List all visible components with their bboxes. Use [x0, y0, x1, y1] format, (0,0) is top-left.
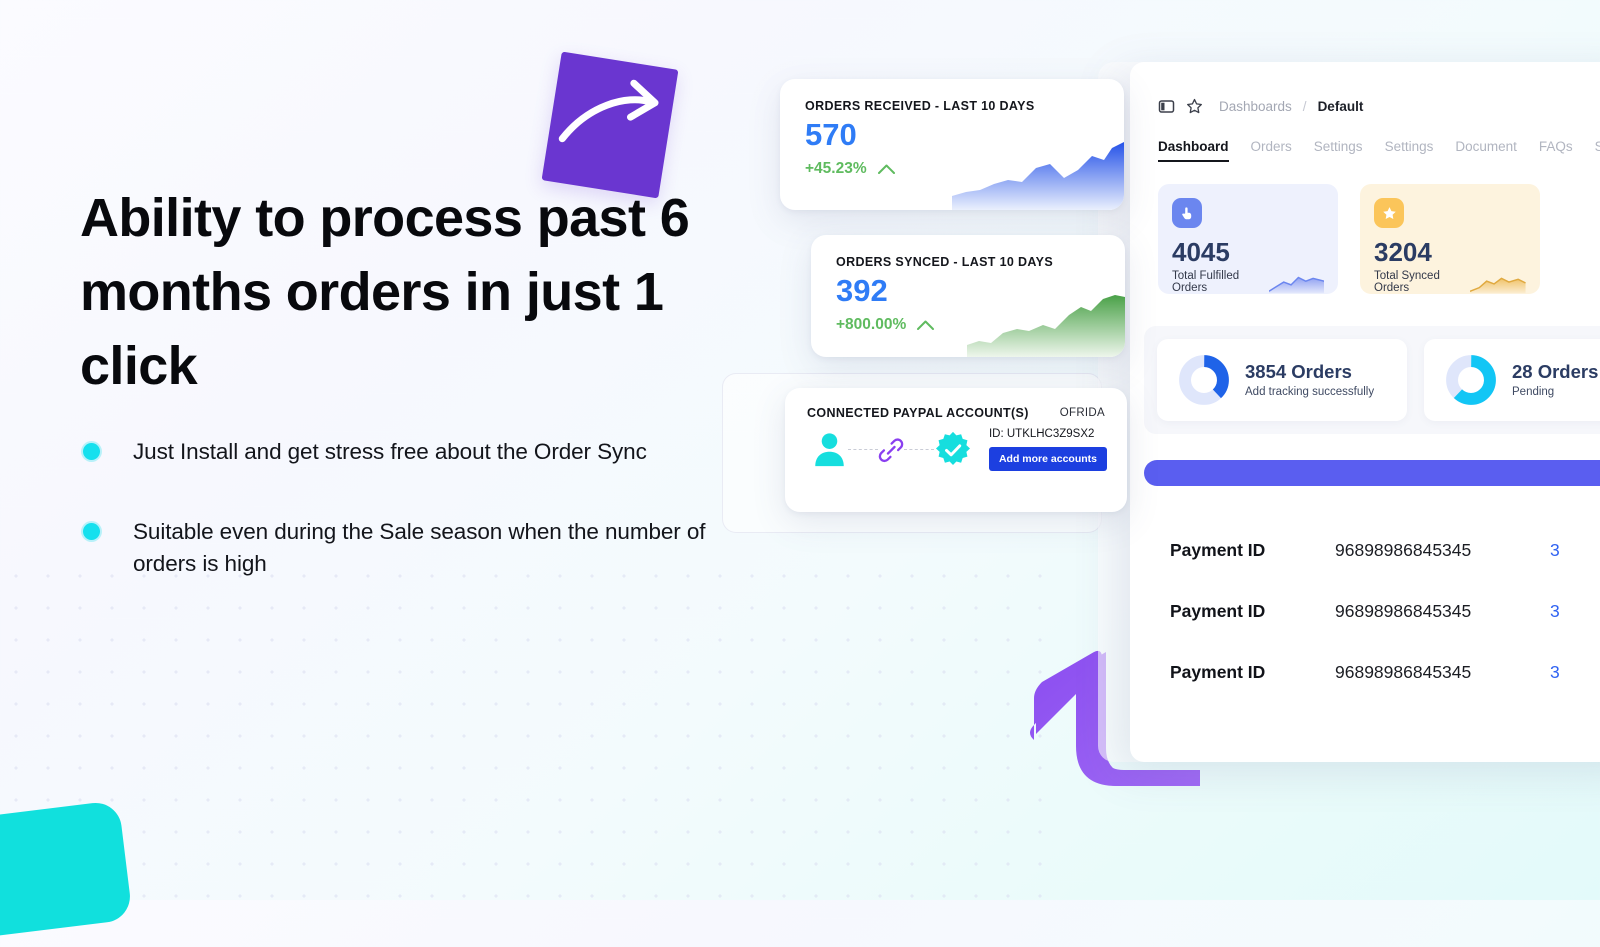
dashboard-panel: Dashboards / Default Dashboard Orders Se…	[1130, 62, 1600, 762]
donut-chart-icon	[1446, 355, 1496, 405]
donut-subtitle: Add tracking successfully	[1245, 386, 1375, 399]
change-value: +800.00%	[836, 316, 907, 333]
donut-title: 28 Orders	[1512, 360, 1599, 382]
bullet-text: Just Install and get stress free about t…	[133, 439, 647, 464]
add-more-accounts-button[interactable]: Add more accounts	[988, 447, 1107, 471]
card-title: CONNECTED PAYPAL ACCOUNT(S)	[807, 406, 1029, 420]
payment-id-label: Payment ID	[1170, 601, 1266, 621]
tab-settings-2[interactable]: Settings	[1385, 139, 1434, 162]
cyan-decoration-shape	[0, 799, 133, 947]
card-title: ORDERS SYNCED - LAST 10 DAYS	[836, 255, 1054, 269]
chevron-up-icon	[877, 164, 895, 174]
tab-settings-3[interactable]: Settings	[1595, 139, 1600, 162]
donut-card-pending[interactable]: 28 Orders Pending	[1424, 339, 1600, 421]
card-change: +800.00%	[836, 316, 1125, 334]
user-icon	[815, 433, 844, 467]
dashboard-tabs: Dashboard Orders Settings Settings Docum…	[1158, 139, 1600, 162]
link-icon	[878, 437, 904, 462]
tab-document[interactable]: Document	[1455, 139, 1517, 162]
card-value: 570	[805, 117, 857, 152]
account-id: ID: UTKLHC3Z9SX2	[988, 428, 1095, 440]
card-orders-received: ORDERS RECEIVED - LAST 10 DAYS 570 +45.2…	[780, 79, 1124, 210]
star-icon[interactable]	[1186, 98, 1203, 115]
table-row[interactable]: Payment ID 96898986845345 3	[1170, 520, 1600, 581]
payment-id-value: 96898986845345	[1335, 662, 1472, 682]
tab-dashboard[interactable]: Dashboard	[1158, 139, 1229, 162]
card-connected-paypal: CONNECTED PAYPAL ACCOUNT(S) OFRIDA ID: U…	[785, 388, 1127, 512]
donut-chart-icon	[1179, 355, 1229, 405]
chevron-up-icon	[917, 320, 935, 330]
tab-faqs[interactable]: FAQs	[1539, 139, 1573, 162]
payment-id-value: 96898986845345	[1335, 601, 1472, 621]
card-change: +45.23%	[805, 160, 1124, 178]
payment-extra: 3	[1550, 662, 1560, 682]
donut-card-tracking[interactable]: 3854 Orders Add tracking successfully	[1157, 339, 1407, 421]
sparkline-icon	[1268, 276, 1324, 294]
verified-badge-icon	[935, 431, 971, 465]
donut-title: 3854 Orders	[1245, 360, 1352, 382]
breadcrumb-current: Default	[1317, 99, 1364, 114]
connection-line	[904, 449, 934, 450]
bullet-dot-icon	[83, 522, 100, 540]
payment-extra: 3	[1550, 601, 1560, 621]
list-item: Suitable even during the Sale season whe…	[80, 516, 740, 580]
connection-line	[848, 449, 878, 450]
panel-toggle-icon[interactable]	[1158, 98, 1175, 115]
curved-arrow-icon	[558, 79, 659, 143]
bullet-text: Suitable even during the Sale season whe…	[133, 518, 706, 576]
purple-arrow-badge	[541, 51, 679, 199]
breadcrumb-parent[interactable]: Dashboards	[1219, 99, 1292, 114]
dot-grid-background	[0, 560, 1060, 900]
table-row[interactable]: Payment ID 96898986845345 3	[1170, 642, 1600, 703]
bullet-dot-icon	[83, 443, 100, 460]
page-title: Ability to process past 6 months orders …	[80, 188, 690, 396]
stat-value: 3204	[1374, 237, 1432, 267]
progress-bar: 100%	[1144, 460, 1600, 486]
card-orders-synced: ORDERS SYNCED - LAST 10 DAYS 392 +800.00…	[811, 235, 1125, 357]
stat-tile-fulfilled[interactable]: 4045 Total Fulfilled Orders	[1158, 184, 1338, 294]
payment-id-label: Payment ID	[1170, 540, 1266, 560]
breadcrumb-separator: /	[1302, 99, 1307, 114]
tab-settings-1[interactable]: Settings	[1314, 139, 1363, 162]
list-item: Just Install and get stress free about t…	[80, 436, 740, 468]
brand-label: OFRIDA	[1059, 407, 1105, 419]
breadcrumb: Dashboards / Default	[1158, 98, 1600, 115]
payment-id-value: 96898986845345	[1335, 540, 1472, 560]
card-value: 392	[836, 273, 888, 308]
click-hand-icon	[1172, 198, 1202, 228]
table-row[interactable]: Payment ID 96898986845345 3	[1170, 581, 1600, 642]
payment-id-label: Payment ID	[1170, 662, 1266, 682]
card-title: ORDERS RECEIVED - LAST 10 DAYS	[805, 99, 1035, 113]
stat-label: Total Synced Orders	[1374, 270, 1440, 294]
stat-label: Total Fulfilled Orders	[1172, 270, 1240, 294]
donut-subtitle: Pending	[1512, 386, 1555, 399]
order-status-cards: 3854 Orders Add tracking successfully 28…	[1144, 326, 1600, 434]
stat-tiles: 4045 Total Fulfilled Orders 3204 Total S…	[1130, 162, 1600, 294]
change-value: +45.23%	[805, 160, 867, 177]
payments-table: Payment ID 96898986845345 3 Payment ID 9…	[1170, 520, 1600, 703]
star-icon	[1374, 198, 1404, 228]
stat-tile-synced[interactable]: 3204 Total Synced Orders	[1360, 184, 1540, 294]
tab-orders[interactable]: Orders	[1251, 139, 1292, 162]
payment-extra: 3	[1550, 540, 1560, 560]
feature-bullet-list: Just Install and get stress free about t…	[80, 436, 740, 580]
sparkline-icon	[1470, 277, 1526, 294]
stat-value: 4045	[1172, 237, 1230, 267]
